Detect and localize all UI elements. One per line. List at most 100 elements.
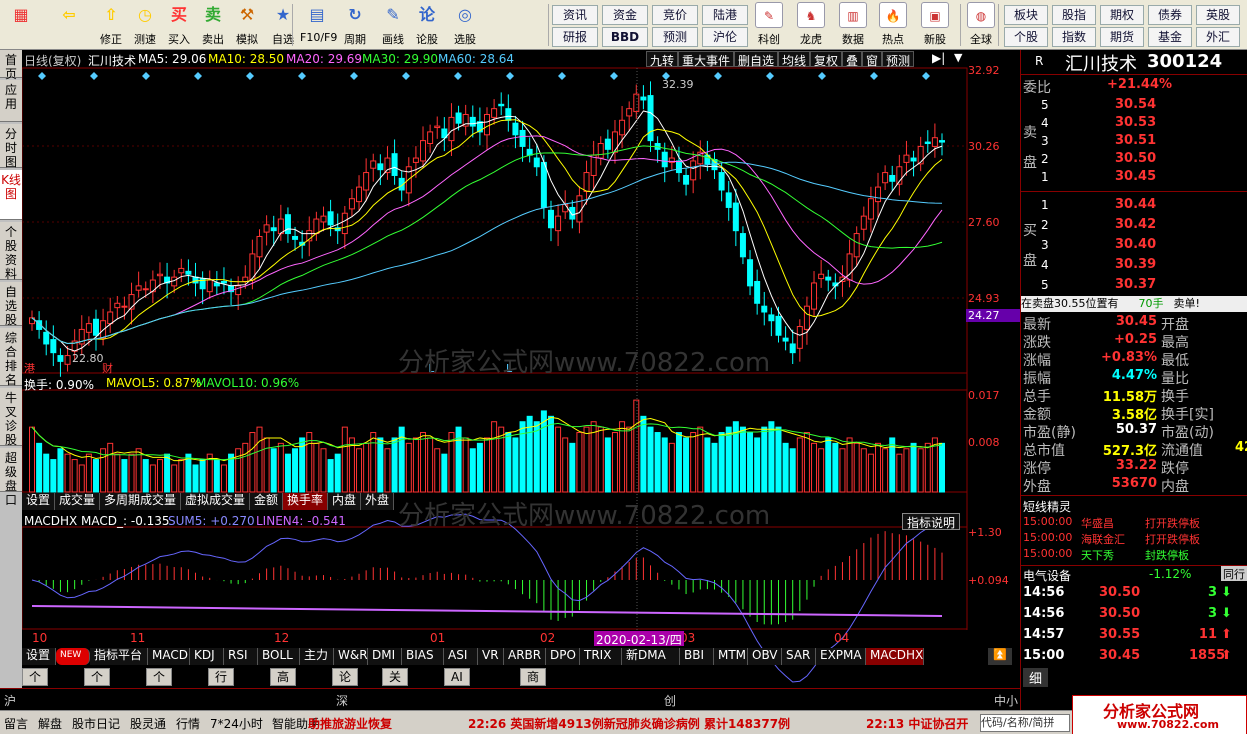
indicator-tab[interactable]: ARBR [504,648,546,665]
left-tab-7[interactable]: 牛叉诊股 [0,388,22,447]
collapse-arrow-icon[interactable]: ⏫ [988,648,1012,665]
kline-chart-panel[interactable]: 日线(复权) 汇川技术 MA5: 29.06 MA10: 28.50 MA20:… [22,50,1020,732]
up-arrow-button[interactable]: ⇧ 修正 [94,2,128,48]
toolbar-small-button[interactable]: 资金 [602,5,648,25]
chart-tool-button[interactable]: 均线 [778,51,811,68]
toolbar-right-button[interactable]: 期货 [1100,27,1144,47]
status-item[interactable]: 股市日记 [72,715,120,732]
status-item[interactable]: 解盘 [38,715,62,732]
info-tab[interactable]: 个股公告 [84,668,111,732]
toolbar-small-button[interactable]: 陆港 [702,5,748,25]
left-tab-2[interactable]: 分时图 [0,124,22,169]
sell-price[interactable]: 30.45 [1115,169,1156,184]
cycle-button[interactable]: ↻ 周期 [338,2,372,48]
status-item[interactable]: 7*24小时 [210,715,263,732]
detail-tab[interactable]: 细 [1023,668,1049,687]
toolbar-right-button[interactable]: 个股 [1004,27,1048,47]
status-item[interactable]: 行情 [176,715,200,732]
info-tab[interactable]: 个股新闻 [22,668,49,732]
short-line-title[interactable]: 短线精灵 [1023,498,1071,515]
indicator-tab[interactable]: BBI [680,648,714,665]
volume-tab[interactable]: 换手率 [283,493,328,510]
sell-price[interactable]: 30.50 [1115,151,1156,166]
sell-price[interactable]: 30.53 [1115,115,1156,130]
volume-tab[interactable]: 外盘 [361,493,394,510]
volume-tab[interactable]: 内盘 [328,493,361,510]
hotspot-button[interactable]: 🔥 热点 [874,2,912,48]
indicator-tab[interactable]: 新DMA [622,648,680,665]
indicator-help-button[interactable]: 指标说明 [902,513,961,530]
buy-button[interactable]: 买买入 [162,2,196,48]
toolbar-right-button[interactable]: 板块 [1004,5,1048,25]
indicator-tab[interactable]: RSI [224,648,258,665]
cy-index-label[interactable]: 创 [664,692,676,709]
info-tab[interactable]: 行业资讯 [208,668,235,732]
sz-index-label[interactable]: 深 [336,692,348,709]
chart-tool-button[interactable]: 九转 [646,51,679,68]
indicator-tab[interactable]: ASI [444,648,478,665]
indicator-tab[interactable]: NEW [56,648,90,665]
sell-button[interactable]: 卖卖出 [196,2,230,48]
indicator-tab[interactable]: KDJ [190,648,224,665]
globe-button[interactable]: ◍ 全球 [962,2,1000,48]
info-tab[interactable]: 关联报价 [382,668,409,732]
indicator-tab[interactable]: BOLL [258,648,300,665]
toolbar-right-button[interactable]: 指数 [1052,27,1096,47]
toolbar-small-button[interactable]: 沪伦 [702,27,748,47]
indicator-tab[interactable]: VR [478,648,504,665]
indicator-tab[interactable]: DPO [546,648,580,665]
pin-icon[interactable]: ▶| [932,51,945,65]
volume-tab[interactable]: 金额 [250,493,283,510]
status-item[interactable]: 股灵通 [130,715,166,732]
data-button[interactable]: ▥ 数据 [834,2,872,48]
chart-tool-button[interactable]: 预测 [882,51,915,68]
left-tab-1[interactable]: 应用 [0,80,22,122]
sell-price[interactable]: 30.54 [1115,97,1156,112]
indicator-tab[interactable]: 指标平台 [90,648,148,665]
short-stock[interactable]: 天下秀 [1081,547,1114,563]
toolbar-small-button[interactable]: 资讯 [552,5,598,25]
left-tab-3[interactable]: K线图 [0,170,22,220]
info-tab[interactable]: 高手观点 [270,668,297,732]
volume-tab[interactable]: 设置 [22,493,55,510]
left-tab-6[interactable]: 综合排名 [0,328,22,387]
buy-price[interactable]: 30.39 [1115,257,1156,272]
chart-tool-button[interactable]: 窗 [862,51,883,68]
indicator-tab[interactable]: 主力 [300,648,334,665]
chart-tool-button[interactable]: 复权 [810,51,843,68]
toolbar-small-button[interactable]: 研报 [552,27,598,47]
toolbar-right-button[interactable]: 股指 [1052,5,1096,25]
indicator-tab[interactable]: TRIX [580,648,622,665]
app-logo-button[interactable]: ▦ [4,2,38,48]
chart-tool-button[interactable]: 重大事件 [678,51,735,68]
info-tab[interactable]: AI相似个股 [444,668,470,732]
indicator-tab[interactable]: SAR [782,648,816,665]
indicator-tab[interactable]: DMI [368,648,402,665]
back-arrow-button[interactable]: ⇦ [52,2,86,48]
news-headline[interactable]: 助推旅游业恢复 [308,715,392,732]
indicator-tab[interactable]: BIAS [402,648,444,665]
buy-price[interactable]: 30.37 [1115,277,1156,292]
left-tab-4[interactable]: 个股资料 [0,222,22,281]
volume-tab[interactable]: 多周期成交量 [100,493,181,510]
chart-tool-button[interactable]: 删自选 [734,51,779,68]
kechuang-button[interactable]: ✎ 科创 [750,2,788,48]
toolbar-small-button[interactable]: 预测 [652,27,698,47]
indicator-tab[interactable]: EXPMA [816,648,866,665]
dragon-tiger-button[interactable]: ♞ 龙虎 [792,2,830,48]
ipo-button[interactable]: ▣ 新股 [916,2,954,48]
toolbar-right-button[interactable]: 债券 [1148,5,1192,25]
toolbar-small-button[interactable]: 竞价 [652,5,698,25]
forum-button[interactable]: 论论股 [410,2,444,48]
star-button[interactable]: ★ 自选 [266,2,300,48]
hammer-button[interactable]: ⚒ 模拟 [230,2,264,48]
pencil-button[interactable]: ✎ 画线 [376,2,410,48]
info-tab[interactable]: 商品价格 [520,668,547,732]
volume-tab[interactable]: 成交量 [55,493,100,510]
hk-marker[interactable]: 港 [24,360,35,376]
left-tab-0[interactable]: 首页 [0,50,22,81]
volume-tab[interactable]: 虚拟成交量 [181,493,250,510]
short-stock[interactable]: 海联金汇 [1081,531,1125,547]
code-search-input[interactable]: 代码/名称/简拼 [980,714,1070,732]
news-headline[interactable]: 22:26 英国新增4913例新冠肺炎确诊病例 累计148377例 [468,715,790,732]
